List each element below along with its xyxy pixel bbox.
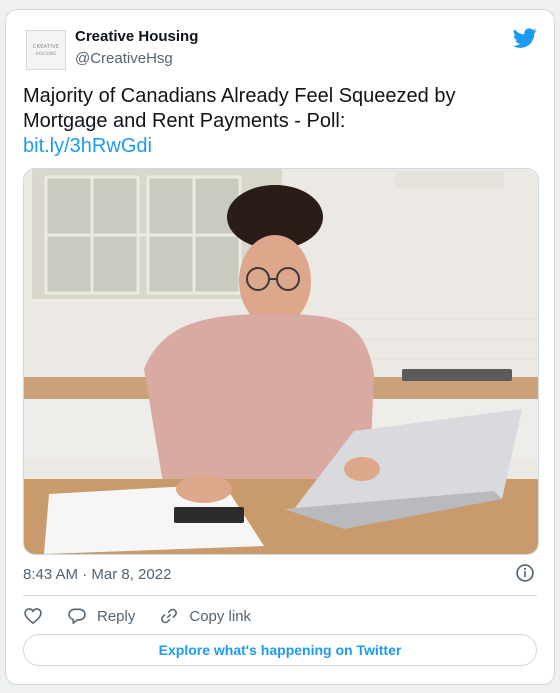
photo-woman-laptop-icon (24, 169, 538, 554)
tweet-body: Majority of Canadians Already Feel Squee… (23, 85, 456, 132)
tweet-header: CREATIVE HOUSING Creative Housing @Creat… (6, 10, 554, 70)
avatar-text-line2: HOUSING (35, 51, 57, 56)
author-handle[interactable]: @CreativeHsg (75, 50, 173, 67)
tweet-card: CREATIVE HOUSING Creative Housing @Creat… (5, 9, 555, 685)
like-button[interactable] (23, 606, 43, 626)
copy-link-button[interactable]: Copy link (159, 606, 251, 626)
divider (23, 595, 537, 596)
copy-link-label: Copy link (189, 607, 252, 625)
tweet-actions: Reply Copy link (23, 604, 275, 628)
twitter-bird-icon[interactable] (513, 26, 537, 50)
reply-label: Reply (97, 607, 136, 625)
reply-icon (68, 608, 86, 624)
info-icon[interactable] (515, 563, 535, 583)
avatar-text-line1: CREATIVE (32, 44, 60, 50)
heart-icon (24, 608, 42, 625)
avatar[interactable]: CREATIVE HOUSING (26, 30, 66, 70)
tweet-image[interactable] (23, 168, 539, 555)
tweet-link[interactable]: bit.ly/3hRwGdi (23, 134, 152, 159)
explore-twitter-button[interactable]: Explore what's happening on Twitter (23, 634, 537, 666)
link-icon (161, 608, 178, 624)
tweet-timestamp[interactable]: 8:43 AM · Mar 8, 2022 (23, 566, 171, 583)
tweet-text: Majority of Canadians Already Feel Squee… (23, 84, 533, 159)
reply-button[interactable]: Reply (67, 606, 135, 626)
author-name[interactable]: Creative Housing (75, 28, 198, 45)
